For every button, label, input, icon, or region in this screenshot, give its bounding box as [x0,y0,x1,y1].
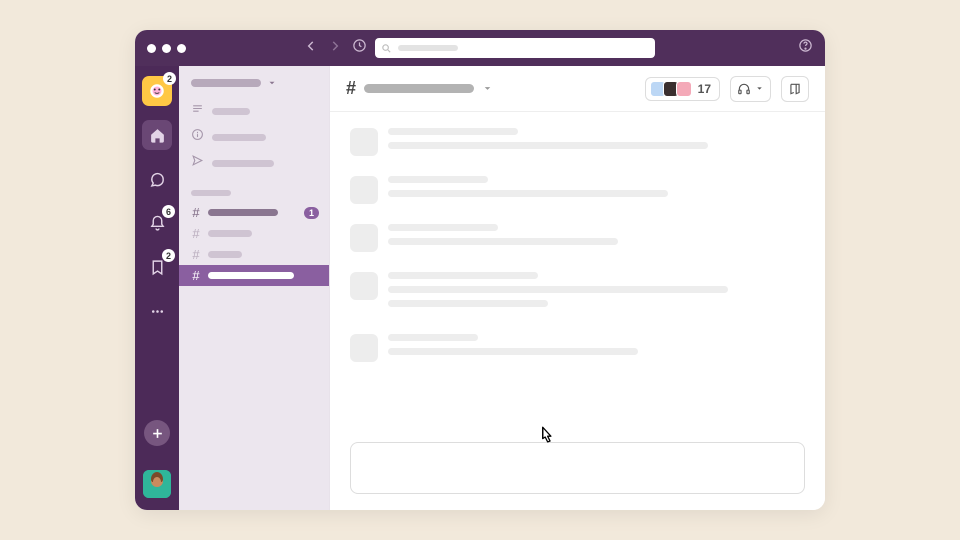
minimize-dot[interactable] [162,44,171,53]
message-text-line [388,128,518,135]
channel-label [208,209,278,216]
sidebar-nav-item[interactable] [179,150,329,176]
rail-dms[interactable] [142,164,172,194]
chevron-down-icon [267,78,277,88]
history-icon[interactable] [352,38,367,58]
activity-badge: 6 [162,205,175,218]
create-button[interactable] [144,420,170,446]
sidebar-nav-item[interactable] [179,98,329,124]
member-count: 17 [698,82,711,96]
message-text-line [388,142,708,149]
message-avatar[interactable] [350,272,378,300]
channel-item[interactable]: # [179,244,329,265]
rail-activity[interactable]: 6 [142,208,172,238]
later-badge: 2 [162,249,175,262]
workspace-tile[interactable]: 2 [142,76,172,106]
nav-label [212,160,274,167]
close-dot[interactable] [147,44,156,53]
message[interactable] [350,224,805,252]
channel-label [208,230,252,237]
nav-label [212,108,250,115]
chevron-down-icon [755,84,764,93]
channel-item[interactable]: #1 [179,202,329,223]
hash-icon: # [191,247,201,262]
channel-sidebar: #1### [179,66,329,510]
headphones-icon [737,82,751,96]
workspace-badge: 2 [163,72,176,85]
bell-icon [149,215,166,232]
channel-label [208,272,294,279]
search-placeholder [398,45,458,51]
message[interactable] [350,128,805,156]
zoom-dot[interactable] [177,44,186,53]
app-window: 2 6 2 [135,30,825,510]
rail-home[interactable] [142,120,172,150]
canvas-button[interactable] [781,76,809,102]
channel-item[interactable]: # [179,265,329,286]
search-input[interactable] [375,38,655,58]
nav-forward-icon[interactable] [328,39,342,58]
workspace-rail: 2 6 2 [135,66,179,510]
message-text-line [388,300,548,307]
channels-section-header[interactable] [191,190,231,196]
rail-later[interactable]: 2 [142,252,172,282]
hash-icon: # [346,78,356,99]
workspace-name [191,79,261,87]
channel-name [364,84,474,93]
hash-icon: # [191,205,201,220]
message-avatar[interactable] [350,176,378,204]
plus-icon [151,427,164,440]
nav-back-icon[interactable] [304,39,318,58]
member-avatar [676,81,692,97]
message-list[interactable] [330,112,825,436]
more-icon [149,303,166,320]
message-text-line [388,334,478,341]
canvas-icon [788,82,802,96]
help-icon[interactable] [798,38,813,58]
message[interactable] [350,272,805,314]
bookmark-icon [149,259,166,276]
channel-label [208,251,242,258]
huddle-button[interactable] [730,76,771,102]
message-text-line [388,224,498,231]
avatar-image [143,470,171,498]
workspace-logo-icon [148,82,166,100]
message[interactable] [350,176,805,204]
search-icon [381,43,392,54]
message[interactable] [350,334,805,362]
sidebar-nav-item[interactable] [179,124,329,150]
members-button[interactable]: 17 [645,77,720,101]
nav-label [212,134,266,141]
message-text-line [388,176,488,183]
dm-icon [149,171,166,188]
nav-icon [191,102,204,120]
channel-header: # 17 [330,66,825,112]
message-composer[interactable] [350,442,805,494]
nav-icon [191,128,204,146]
hash-icon: # [191,268,201,283]
nav-icon [191,154,204,172]
rail-more[interactable] [142,296,172,326]
message-text-line [388,286,728,293]
main-pane: # 17 [329,66,825,510]
home-icon [149,127,166,144]
message-text-line [388,272,538,279]
message-text-line [388,348,638,355]
unread-badge: 1 [304,207,319,219]
user-avatar[interactable] [143,470,171,498]
workspace-switcher[interactable] [179,74,329,98]
message-text-line [388,238,618,245]
window-controls[interactable] [147,44,186,53]
hash-icon: # [191,226,201,241]
channel-item[interactable]: # [179,223,329,244]
chevron-down-icon [482,83,493,94]
message-avatar[interactable] [350,224,378,252]
message-avatar[interactable] [350,334,378,362]
message-text-line [388,190,668,197]
message-avatar[interactable] [350,128,378,156]
channel-title[interactable]: # [346,78,493,99]
titlebar [135,30,825,66]
